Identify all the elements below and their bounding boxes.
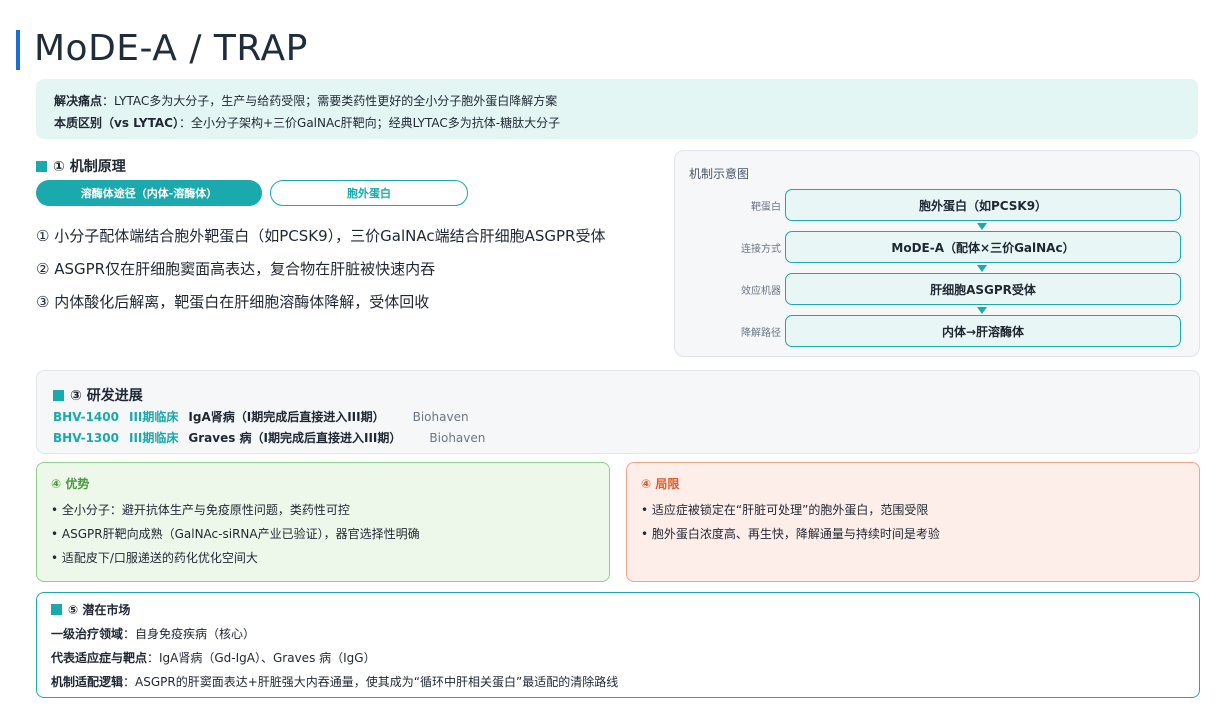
down-arrow-icon: [977, 265, 987, 272]
advantages-heading: ④ 优势: [51, 477, 90, 491]
progress-heading-text: ③ 研发进展: [70, 388, 143, 404]
pipeline-row: BHV-1300 III期临床 Graves 病（I期完成后直接进入III期） …: [53, 428, 1183, 449]
market-line: 机制适配逻辑：ASGPR的肝窦面表达+肝脏强大内吞通量，使其成为“循环中肝相关蛋…: [51, 670, 1185, 694]
market-line-label: 代表适应症与靶点: [51, 651, 148, 665]
tab-lysosome-pathway[interactable]: 溶酶体途径（内体-溶酶体）: [36, 180, 262, 206]
advantage-item: • ASGPR肝靶向成熟（GalNAc-siRNA产业已验证），器官选择性明确: [51, 527, 420, 541]
mechanism-heading: ① 机制原理: [36, 156, 666, 176]
diagram-row-box: 内体→肝溶酶体: [785, 315, 1181, 347]
down-arrow-icon: [977, 307, 987, 314]
market-line: 代表适应症与靶点：IgA肾病（Gd-IgA）、Graves 病（IgG）: [51, 646, 1185, 670]
diagram-row-target: 靶蛋白 胞外蛋白（如PCSK9）: [675, 189, 1199, 221]
advantage-item: • 适配皮下/口服递送的药化优化空间大: [51, 551, 258, 565]
mechanism-heading-text: ① 机制原理: [53, 159, 126, 175]
pipeline-code: BHV-1400: [53, 410, 119, 424]
limitation-item: • 胞外蛋白浓度高、再生快，降解通量与持续时间是考验: [641, 527, 940, 541]
square-bullet-icon: [51, 604, 62, 615]
mechanism-section: ① 机制原理 溶酶体途径（内体-溶酶体） 胞外蛋白 ① 小分子配体端结合胞外靶蛋…: [36, 156, 666, 346]
diagram-row-linker: 连接方式 MoDE-A（配体×三价GalNAc）: [675, 231, 1199, 263]
summary-diff-line: 本质区别（vs LYTAC）：全小分子架构+三价GalNAc肝靶向；经典LYTA…: [54, 112, 1180, 134]
pipeline-company: Biohaven: [429, 431, 486, 445]
progress-heading: ③ 研发进展: [53, 385, 1183, 405]
diagram-row-label: 效应机器: [741, 286, 781, 297]
advantage-item: • 全小分子：避开抗体生产与免疫原性问题，类药性可控: [51, 503, 350, 517]
diagram-row-label: 降解路径: [741, 328, 781, 339]
market-heading-text: ⑤ 潜在市场: [68, 603, 131, 617]
pipeline-code: BHV-1300: [53, 431, 119, 445]
summary-diff-label: 本质区别（vs LYTAC）: [54, 116, 179, 130]
market-line-text: ：IgA肾病（Gd-IgA）、Graves 病（IgG）: [147, 651, 376, 665]
pipeline-indication: Graves 病（I期完成后直接进入III期）: [188, 431, 402, 445]
pipeline-company: Biohaven: [412, 410, 469, 424]
pipeline-phase: III期临床: [128, 410, 179, 424]
pipeline-row: BHV-1400 III期临床 IgA肾病（I期完成后直接进入III期） Bio…: [53, 407, 1183, 428]
diagram-row-box: MoDE-A（配体×三价GalNAc）: [785, 231, 1181, 263]
diagram-row-label: 靶蛋白: [751, 202, 781, 213]
limitations-card: ④ 局限 • 适应症被锁定在“肝脏可处理”的胞外蛋白，范围受限 • 胞外蛋白浓度…: [626, 462, 1200, 582]
tab-extracellular-protein[interactable]: 胞外蛋白: [270, 180, 468, 206]
market-section: ⑤ 潜在市场 一级治疗领域：自身免疫疾病（核心） 代表适应症与靶点：IgA肾病（…: [36, 592, 1200, 698]
mechanism-step: ② ASGPR仅在肝细胞窦面高表达，复合物在肝脏被快速内吞: [36, 260, 436, 278]
mechanism-tabs: 溶酶体途径（内体-溶酶体） 胞外蛋白: [36, 180, 468, 206]
diagram-row-effector: 效应机器 肝细胞ASGPR受体: [675, 273, 1199, 305]
market-line-label: 一级治疗领域: [51, 627, 124, 641]
diagram-title: 机制示意图: [689, 167, 750, 181]
pipeline-indication: IgA肾病（I期完成后直接进入III期）: [188, 410, 385, 424]
mechanism-steps: ① 小分子配体端结合胞外靶蛋白（如PCSK9），三价GalNAc端结合肝细胞AS…: [36, 220, 605, 319]
mechanism-step: ③ 内体酸化后解离，靶蛋白在肝细胞溶酶体降解，受体回收: [36, 293, 430, 311]
summary-diff-text: ：全小分子架构+三价GalNAc肝靶向；经典LYTAC多为抗体-糖肽大分子: [178, 116, 561, 130]
down-arrow-icon: [977, 223, 987, 230]
mechanism-diagram: 机制示意图 靶蛋白 胞外蛋白（如PCSK9） 连接方式 MoDE-A（配体×三价…: [674, 150, 1200, 357]
diagram-row-box: 肝细胞ASGPR受体: [785, 273, 1181, 305]
mechanism-step: ① 小分子配体端结合胞外靶蛋白（如PCSK9），三价GalNAc端结合肝细胞AS…: [36, 227, 606, 245]
market-line-text: ：ASGPR的肝窦面表达+肝脏强大内吞通量，使其成为“循环中肝相关蛋白”最适配的…: [123, 675, 619, 689]
progress-section: ③ 研发进展 BHV-1400 III期临床 IgA肾病（I期完成后直接进入II…: [36, 370, 1200, 454]
limitation-item: • 适应症被锁定在“肝脏可处理”的胞外蛋白，范围受限: [641, 503, 929, 517]
page-title: MoDE-A / TRAP: [34, 28, 308, 69]
advantages-card: ④ 优势 • 全小分子：避开抗体生产与免疫原性问题，类药性可控 • ASGPR肝…: [36, 462, 610, 582]
market-heading: ⑤ 潜在市场: [51, 601, 1185, 618]
summary-pain-label: 解决痛点: [54, 94, 103, 108]
title-accent-bar: [16, 30, 20, 70]
summary-pain-line: 解决痛点：LYTAC多为大分子，生产与给药受限；需要类药性更好的全小分子胞外蛋白…: [54, 90, 1180, 112]
limitations-heading: ④ 局限: [641, 477, 680, 491]
diagram-row-label: 连接方式: [741, 244, 781, 255]
diagram-row-box: 胞外蛋白（如PCSK9）: [785, 189, 1181, 221]
summary-pain-text: ：LYTAC多为大分子，生产与给药受限；需要类药性更好的全小分子胞外蛋白降解方案: [102, 94, 558, 108]
market-line: 一级治疗领域：自身免疫疾病（核心）: [51, 622, 1185, 646]
pipeline-phase: III期临床: [128, 431, 179, 445]
market-line-text: ：自身免疫疾病（核心）: [123, 627, 256, 641]
square-bullet-icon: [36, 160, 47, 172]
summary-box: 解决痛点：LYTAC多为大分子，生产与给药受限；需要类药性更好的全小分子胞外蛋白…: [36, 79, 1198, 139]
market-line-label: 机制适配逻辑: [51, 675, 124, 689]
square-bullet-icon: [53, 389, 64, 401]
diagram-row-pathway: 降解路径 内体→肝溶酶体: [675, 315, 1199, 347]
